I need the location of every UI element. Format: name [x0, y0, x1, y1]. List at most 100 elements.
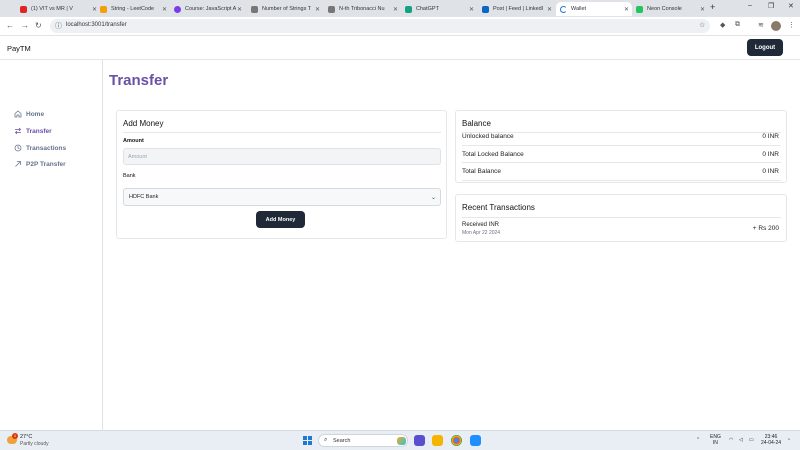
bank-select[interactable]: HDFC Bank ⌄ [123, 188, 441, 206]
transfer-arrows-icon [14, 127, 22, 135]
language-indicator[interactable]: ENG IN [710, 434, 721, 446]
sidebar-item-transactions[interactable]: Transactions [14, 144, 66, 152]
chrome-icon[interactable] [451, 435, 462, 446]
close-icon[interactable]: ✕ [547, 6, 552, 13]
total-balance-label: Total Balance [462, 168, 502, 175]
close-icon[interactable]: ✕ [237, 6, 242, 13]
tab-label: Post | Feed | LinkedI [493, 6, 544, 12]
clock-date: 24-04-24 [761, 440, 782, 446]
volume-icon[interactable]: ◁ [739, 437, 743, 443]
card-title: Balance [462, 119, 491, 128]
puzzle-icon[interactable]: ⧉ [735, 21, 740, 29]
url-text[interactable]: localhost:3001/transfer [66, 22, 127, 28]
close-icon[interactable]: ✕ [393, 6, 398, 13]
weather-description: Partly cloudy [20, 441, 49, 447]
home-icon [14, 110, 22, 118]
sidebar-item-label: P2P Transfer [26, 160, 66, 168]
unlocked-balance-value: 0 INR [762, 133, 779, 140]
leetcode-icon [328, 5, 335, 13]
search-label: Search [333, 437, 351, 444]
linkedin-icon [482, 5, 489, 13]
divider [462, 180, 781, 181]
sidebar-item-home[interactable]: Home [14, 110, 44, 118]
browser-tab[interactable]: N-th Tribonacci Nu ✕ [324, 2, 401, 16]
divider [462, 217, 781, 218]
file-explorer-icon[interactable] [432, 435, 443, 446]
chatgpt-icon [405, 5, 412, 13]
tab-label: (1) VIT vs MR | V [31, 6, 73, 12]
sidebar-item-p2p-transfer[interactable]: P2P Transfer [14, 160, 66, 168]
search-highlight-icon [397, 437, 406, 445]
add-money-card: Add Money Amount Amount Bank HDFC Bank ⌄… [116, 110, 447, 239]
extension-icon[interactable]: ◆ [720, 21, 725, 29]
amount-input[interactable]: Amount [123, 148, 441, 165]
close-icon[interactable]: ✕ [162, 6, 167, 13]
windows-start-icon[interactable] [303, 436, 312, 445]
teams-icon[interactable] [414, 435, 425, 446]
recent-transactions-card: Recent Transactions Received INR Mon Apr… [455, 194, 787, 242]
browser-tab[interactable]: ChatGPT ✕ [401, 2, 477, 16]
browser-tab[interactable]: Number of Strings T ✕ [247, 2, 323, 16]
wifi-icon[interactable]: ◠ [729, 437, 733, 443]
close-icon[interactable]: ✕ [469, 6, 474, 13]
chevron-up-icon[interactable]: ⌃ [696, 437, 700, 443]
system-clock[interactable]: 23:46 24-04-24 [761, 434, 781, 446]
tab-label: Course: JavaScript A [185, 6, 237, 12]
browser-tab-strip: (1) VIT vs MR | V ✕ String - LeetCode ✕ … [0, 0, 800, 17]
logout-button[interactable]: Logout [747, 39, 783, 56]
tab-label: ChatGPT [416, 6, 439, 12]
clock-icon [14, 144, 22, 152]
sidebar-item-transfer[interactable]: Transfer [14, 127, 52, 135]
leetcode-icon [100, 5, 107, 13]
maximize-icon[interactable]: ❐ [768, 2, 774, 10]
browser-tab[interactable]: Post | Feed | LinkedI ✕ [478, 2, 555, 16]
transaction-amount: + Rs 200 [752, 225, 779, 232]
forward-icon[interactable]: → [21, 21, 29, 30]
add-money-button[interactable]: Add Money [256, 211, 305, 228]
close-icon[interactable]: ✕ [624, 6, 629, 13]
close-icon[interactable]: ✕ [700, 6, 705, 13]
close-icon[interactable]: ✕ [315, 6, 320, 13]
course-icon [174, 5, 181, 13]
amount-label: Amount [123, 138, 144, 144]
taskbar-search[interactable]: ⌕ Search [318, 434, 408, 447]
neon-icon [636, 5, 643, 13]
address-bar[interactable]: ⓘ localhost:3001/transfer [50, 19, 710, 33]
close-window-icon[interactable]: ✕ [788, 2, 794, 10]
browser-tab[interactable]: Course: JavaScript A ✕ [170, 2, 245, 16]
page-title: Transfer [109, 72, 169, 89]
app-header: PayTM Logout [0, 36, 800, 60]
unlocked-balance-label: Unlocked balance [462, 133, 514, 140]
sidebar: Home Transfer Transactions P2P Transfer [0, 60, 103, 430]
vscode-icon[interactable] [470, 435, 481, 446]
sidebar-item-label: Transfer [26, 127, 52, 135]
balance-card: Balance Unlocked balance 0 INR Total Loc… [455, 110, 787, 183]
leetcode-icon [251, 5, 258, 13]
browser-tab[interactable]: (1) VIT vs MR | V ✕ [16, 2, 100, 16]
notification-bell-icon[interactable]: ◔ [787, 437, 790, 443]
card-title: Add Money [123, 119, 164, 128]
transaction-title: Received INR [462, 222, 500, 228]
battery-icon[interactable]: ▭ [749, 437, 754, 443]
minimize-icon[interactable]: – [748, 2, 752, 9]
tab-label: String - LeetCode [111, 6, 155, 12]
total-balance-value: 0 INR [762, 168, 779, 175]
browser-tab[interactable]: Neon Console ✕ [632, 2, 708, 16]
site-info-icon[interactable]: ⓘ [55, 21, 62, 31]
reload-icon[interactable]: ↻ [35, 21, 42, 30]
divider [462, 145, 781, 146]
tab-label: Wallet [571, 6, 587, 12]
browser-tab-active[interactable]: Wallet ✕ [556, 2, 632, 16]
back-icon[interactable]: ← [6, 21, 14, 30]
media-control-icon[interactable]: ≋ [758, 21, 764, 29]
card-title: Recent Transactions [462, 203, 535, 212]
bookmark-star-icon[interactable]: ☆ [699, 21, 705, 29]
profile-avatar[interactable] [771, 21, 781, 31]
divider [123, 132, 441, 133]
new-tab-icon[interactable]: + [710, 2, 715, 12]
browser-tab[interactable]: String - LeetCode ✕ [96, 2, 170, 16]
bank-label: Bank [123, 173, 136, 179]
divider [462, 162, 781, 163]
button-label: Add Money [265, 216, 296, 223]
menu-kebab-icon[interactable]: ⋮ [788, 21, 795, 29]
